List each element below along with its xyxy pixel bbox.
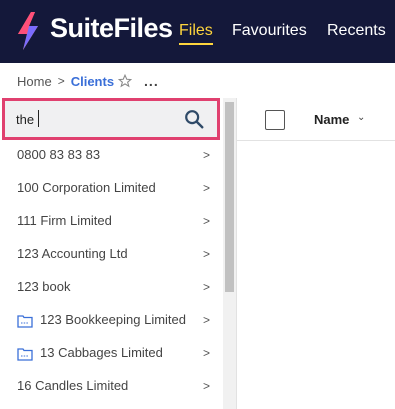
top-navigation-bar: SuiteFiles Files Favourites Recents (0, 0, 395, 63)
text-caret (38, 110, 39, 127)
breadcrumb-current-clients[interactable]: Clients (71, 74, 114, 89)
list-item[interactable]: 0800 83 83 83 > (0, 140, 222, 173)
list-item-label: 123 Bookkeeping Limited (40, 312, 186, 327)
list-item-label: 13 Cabbages Limited (40, 345, 163, 360)
list-item-label: 111 Firm Limited (17, 213, 112, 228)
chevron-right-icon[interactable]: > (203, 346, 210, 360)
list-item[interactable]: 123 Accounting Ltd > (0, 239, 222, 272)
suitefiles-logo-icon[interactable] (15, 12, 41, 50)
list-item-label: 123 Accounting Ltd (17, 246, 128, 261)
list-item-label: 0800 83 83 83 (17, 147, 101, 162)
list-scrollbar[interactable] (223, 98, 236, 409)
breadcrumb-separator: > (57, 74, 65, 88)
select-all-checkbox[interactable] (265, 110, 285, 130)
list-item-label: 100 Corporation Limited (17, 180, 156, 195)
chevron-down-icon[interactable]: ⌄ (357, 112, 365, 123)
chevron-right-icon[interactable]: > (203, 247, 210, 261)
nav-recents-tab[interactable]: Recents (327, 22, 386, 40)
chevron-right-icon[interactable]: > (203, 280, 210, 294)
active-tab-indicator (179, 43, 213, 45)
breadcrumb-home-link[interactable]: Home (17, 74, 52, 89)
file-table-panel (236, 98, 395, 409)
brand-name[interactable]: SuiteFiles (50, 13, 173, 44)
chevron-right-icon[interactable]: > (203, 379, 210, 393)
nav-files-tab[interactable]: Files (179, 22, 213, 40)
list-item[interactable]: 123 book > (0, 272, 222, 305)
name-column-header[interactable]: Name (314, 112, 349, 127)
list-item[interactable]: 111 Firm Limited > (0, 206, 222, 239)
list-item[interactable]: 100 Corporation Limited > (0, 173, 222, 206)
folder-search-box (2, 98, 220, 140)
list-item[interactable]: 13 Cabbages Limited > (0, 338, 222, 371)
chevron-right-icon[interactable]: > (203, 181, 210, 195)
folder-search-input[interactable] (16, 110, 176, 128)
scrollbar-thumb[interactable] (225, 102, 234, 292)
chevron-right-icon[interactable]: > (203, 313, 210, 327)
breadcrumb: Home > Clients ... (17, 72, 159, 90)
shared-folder-icon (17, 348, 33, 361)
client-folder-list: 0800 83 83 83 > 100 Corporation Limited … (0, 140, 222, 404)
more-options-icon[interactable]: ... (144, 73, 159, 89)
list-item-label: 123 book (17, 279, 71, 294)
chevron-right-icon[interactable]: > (203, 148, 210, 162)
search-icon[interactable] (183, 108, 205, 130)
star-favourite-icon[interactable] (118, 74, 133, 88)
list-item-label: 16 Candles Limited (17, 378, 129, 393)
chevron-right-icon[interactable]: > (203, 214, 210, 228)
nav-favourites-tab[interactable]: Favourites (232, 22, 307, 40)
shared-folder-icon (17, 315, 33, 328)
table-header-row: Name ⌄ (237, 98, 395, 141)
list-item[interactable]: 16 Candles Limited > (0, 371, 222, 404)
list-item[interactable]: 123 Bookkeeping Limited > (0, 305, 222, 338)
